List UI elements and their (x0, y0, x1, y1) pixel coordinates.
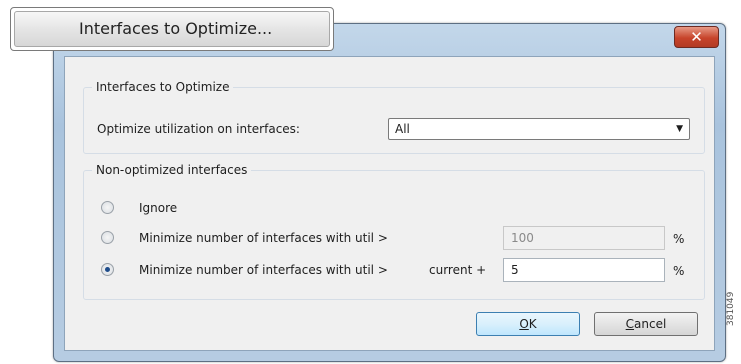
group-legend-optimize: Interfaces to Optimize (96, 80, 230, 94)
radio-ignore-label: Ignore (139, 201, 178, 215)
optimize-utilization-label: Optimize utilization on interfaces: (97, 122, 300, 136)
interfaces-select-value: All (395, 122, 410, 136)
current-percent-unit: % (673, 264, 685, 278)
threshold-util-input[interactable]: 100 (503, 226, 665, 250)
threshold-percent-unit: % (673, 232, 685, 246)
current-plus-label: current + (429, 263, 487, 277)
cancel-button[interactable]: Cancel (594, 312, 698, 336)
radio-minimize-current-label: Minimize number of interfaces with util … (139, 263, 388, 277)
radio-ignore[interactable] (101, 201, 114, 214)
close-icon: ✕ (690, 28, 703, 46)
radio-minimize-current[interactable] (101, 263, 114, 276)
ok-mnemonic: O (519, 317, 529, 331)
interfaces-to-optimize-group: Interfaces to Optimize (83, 80, 705, 154)
radio-minimize-threshold-label: Minimize number of interfaces with util … (139, 231, 388, 245)
ok-rest: K (528, 317, 537, 331)
group-legend-nonopt: Non-optimized interfaces (96, 163, 248, 177)
radio-minimize-threshold[interactable] (101, 231, 114, 244)
current-plus-input[interactable]: 5 (503, 258, 665, 282)
interfaces-to-optimize-button[interactable]: Interfaces to Optimize... (14, 11, 330, 47)
close-button[interactable]: ✕ (674, 26, 719, 48)
cancel-rest: ancel (634, 317, 667, 331)
interfaces-select[interactable]: All ▼ (388, 118, 690, 140)
ok-button[interactable]: OK (476, 312, 580, 336)
interfaces-to-optimize-callout: Interfaces to Optimize... (10, 7, 334, 51)
cancel-mnemonic: C (625, 317, 635, 331)
figure-id: 381049 (726, 291, 736, 326)
dropdown-arrow-icon: ▼ (676, 124, 683, 134)
